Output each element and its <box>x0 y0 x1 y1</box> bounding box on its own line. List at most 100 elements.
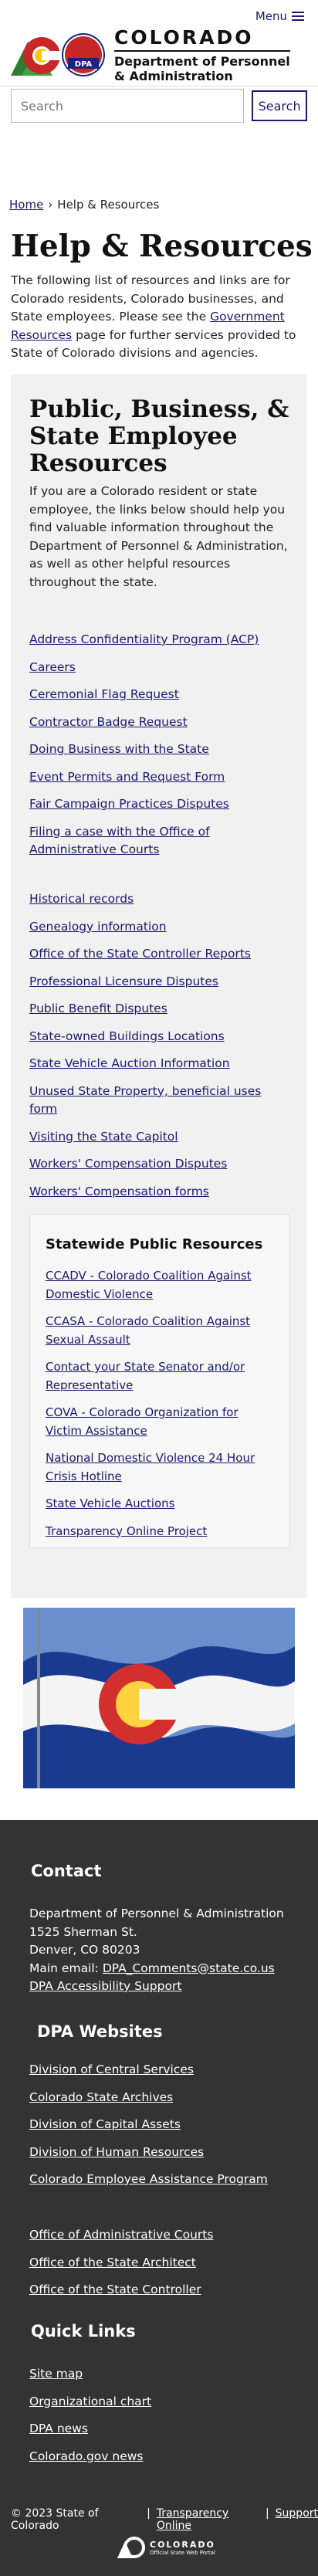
list-item: Colorado Employee Assistance Program <box>29 2171 268 2189</box>
menu-icon <box>292 12 304 21</box>
breadcrumb: Home › Help & Resources <box>9 198 159 212</box>
list-item: Workers' Compensation forms <box>29 1183 292 1202</box>
footer-link[interactable]: Colorado.gov news <box>29 2449 143 2463</box>
search-input[interactable] <box>11 89 245 123</box>
resource-link[interactable]: Workers' Compensation forms <box>29 1185 209 1198</box>
colorado-portal-logo[interactable]: COLORADO Official State Web Portal <box>117 2534 215 2561</box>
copyright: © 2023 State of Colorado <box>11 2507 99 2532</box>
footer-link[interactable]: Division of Capital Assets <box>29 2117 181 2131</box>
resource-link[interactable]: State-owned Buildings Locations <box>29 1029 225 1043</box>
list-item: Careers <box>29 659 292 677</box>
resource-link[interactable]: Public Benefit Disputes <box>29 1002 167 1015</box>
list-item: Transparency Online Project <box>46 1523 277 1541</box>
menu-label: Menu <box>255 9 287 23</box>
footer-link[interactable]: Division of Central Services <box>29 2062 194 2076</box>
list-item: Public Benefit Disputes <box>29 1000 292 1019</box>
resource-link[interactable]: Careers <box>29 660 76 674</box>
list-item: Site map <box>29 2365 151 2384</box>
footer-quick-links: Site map Organizational chart DPA news C… <box>29 2365 151 2475</box>
resource-link[interactable]: Ceremonial Flag Request <box>29 687 179 701</box>
resource-link[interactable]: Fair Campaign Practices Disputes <box>29 797 229 811</box>
public-resources-section: Public, Business, & State Employee Resou… <box>11 375 307 1598</box>
list-item: Contractor Badge Request <box>29 713 292 732</box>
portal-subtitle: Official State Web Portal <box>150 2549 215 2556</box>
resource-link[interactable]: Unused State Property, beneficial uses f… <box>29 1084 261 1117</box>
list-item: Contact your State Senator and/or Repres… <box>46 1358 277 1395</box>
statewide-link[interactable]: Transparency Online Project <box>46 1524 207 1538</box>
breadcrumb-home-link[interactable]: Home <box>9 198 43 212</box>
list-item: DPA news <box>29 2420 151 2439</box>
resource-links-group-2: Historical records Genealogy information… <box>29 890 292 1210</box>
statewide-link[interactable]: CCADV - Colorado Coalition Against Domes… <box>46 1269 252 1301</box>
colorado-flag-image <box>23 1608 295 1788</box>
list-item: National Domestic Violence 24 Hour Crisi… <box>46 1449 277 1486</box>
resource-link[interactable]: Event Permits and Request Form <box>29 770 225 784</box>
list-item: Organizational chart <box>29 2393 151 2412</box>
footer-bottom-bar: © 2023 State of Colorado | Transparency … <box>11 2507 318 2532</box>
list-item: Colorado.gov news <box>29 2448 151 2466</box>
footer-email-link[interactable]: DPA_Comments@state.co.us <box>103 1961 275 1975</box>
resource-link[interactable]: Filing a case with the Office of Adminis… <box>29 825 210 857</box>
statewide-link[interactable]: CCASA - Colorado Coalition Against Sexua… <box>46 1314 250 1347</box>
list-item: State Vehicle Auctions <box>46 1495 277 1513</box>
support-link[interactable]: Support <box>276 2507 318 2532</box>
resource-link[interactable]: Genealogy information <box>29 920 167 934</box>
statewide-link[interactable]: National Domestic Violence 24 Hour Crisi… <box>46 1451 255 1483</box>
list-item: Office of Administrative Courts <box>29 2226 213 2245</box>
resource-link[interactable]: Office of the State Controller Reports <box>29 947 251 961</box>
footer-link[interactable]: Division of Human Resources <box>29 2145 204 2159</box>
resource-link[interactable]: State Vehicle Auction Information <box>29 1056 230 1070</box>
resource-link[interactable]: Professional Licensure Disputes <box>29 974 218 988</box>
list-item: Doing Business with the State <box>29 741 292 759</box>
footer-quick-links-heading: Quick Links <box>31 2322 136 2340</box>
resource-link[interactable]: Doing Business with the State <box>29 742 209 756</box>
site-logo[interactable]: DPA COLORADO Department of Personnel & A… <box>11 26 290 83</box>
search-button[interactable]: Search <box>252 90 307 121</box>
footer-link[interactable]: Colorado State Archives <box>29 2090 173 2104</box>
section-title: Public, Business, & State Employee Resou… <box>29 395 289 477</box>
search-bar: Search <box>11 89 307 123</box>
list-item: COVA - Colorado Organization for Victim … <box>46 1404 277 1440</box>
resource-link[interactable]: Address Confidentiality Program (ACP) <box>29 632 259 646</box>
resource-links-group-1: Address Confidentiality Program (ACP) Ca… <box>29 631 292 869</box>
statewide-resources-card: Statewide Public Resources CCADV - Color… <box>29 1214 290 1548</box>
portal-title: COLORADO <box>150 2539 215 2550</box>
statewide-link[interactable]: Contact your State Senator and/or Repres… <box>46 1360 245 1392</box>
footer-accessibility-link[interactable]: DPA Accessibility Support <box>29 1979 181 1993</box>
statewide-link[interactable]: State Vehicle Auctions <box>46 1496 174 1510</box>
list-item: Office of the State Architect <box>29 2254 213 2273</box>
footer-link[interactable]: Organizational chart <box>29 2395 151 2408</box>
page-title: Help & Resources <box>11 229 313 264</box>
list-item: Fair Campaign Practices Disputes <box>29 795 292 814</box>
menu-button[interactable]: Menu <box>255 9 304 23</box>
list-item: Ceremonial Flag Request <box>29 686 292 704</box>
resource-link[interactable]: Visiting the State Capitol <box>29 1130 178 1144</box>
footer-link[interactable]: DPA news <box>29 2422 88 2435</box>
dpa-logo-icon: DPA <box>62 33 105 76</box>
resource-link[interactable]: Historical records <box>29 892 134 906</box>
brand-subtitle: Department of Personnel & Administration <box>114 54 290 83</box>
footer-websites-group-2: Office of Administrative Courts Office o… <box>29 2226 213 2309</box>
list-item: Workers' Compensation Disputes <box>29 1155 292 1174</box>
footer-link[interactable]: Site map <box>29 2367 83 2381</box>
footer-link[interactable]: Office of Administrative Courts <box>29 2228 213 2242</box>
resource-link[interactable]: Contractor Badge Request <box>29 715 188 729</box>
list-item: Division of Human Resources <box>29 2144 268 2162</box>
statewide-link[interactable]: COVA - Colorado Organization for Victim … <box>46 1405 238 1438</box>
footer-websites-group-1: Division of Central Services Colorado St… <box>29 2061 268 2198</box>
resource-link[interactable]: Workers' Compensation Disputes <box>29 1157 227 1171</box>
section-description: If you are a Colorado resident or state … <box>29 484 288 589</box>
list-item: Office of the State Controller <box>29 2281 213 2300</box>
list-item: State-owned Buildings Locations <box>29 1028 292 1046</box>
footer-contact-heading: Contact <box>31 1862 102 1880</box>
footer-link[interactable]: Office of the State Controller <box>29 2283 201 2296</box>
list-item: CCADV - Colorado Coalition Against Domes… <box>46 1267 277 1303</box>
footer-link[interactable]: Office of the State Architect <box>29 2256 196 2269</box>
transparency-online-link[interactable]: Transparency Online <box>157 2507 259 2532</box>
list-item: Division of Capital Assets <box>29 2116 268 2134</box>
footer-websites-heading: DPA Websites <box>37 2022 163 2041</box>
footer-link[interactable]: Colorado Employee Assistance Program <box>29 2172 268 2186</box>
dpa-badge-text: DPA <box>75 60 93 69</box>
list-item: Professional Licensure Disputes <box>29 973 292 991</box>
list-item: Address Confidentiality Program (ACP) <box>29 631 292 649</box>
